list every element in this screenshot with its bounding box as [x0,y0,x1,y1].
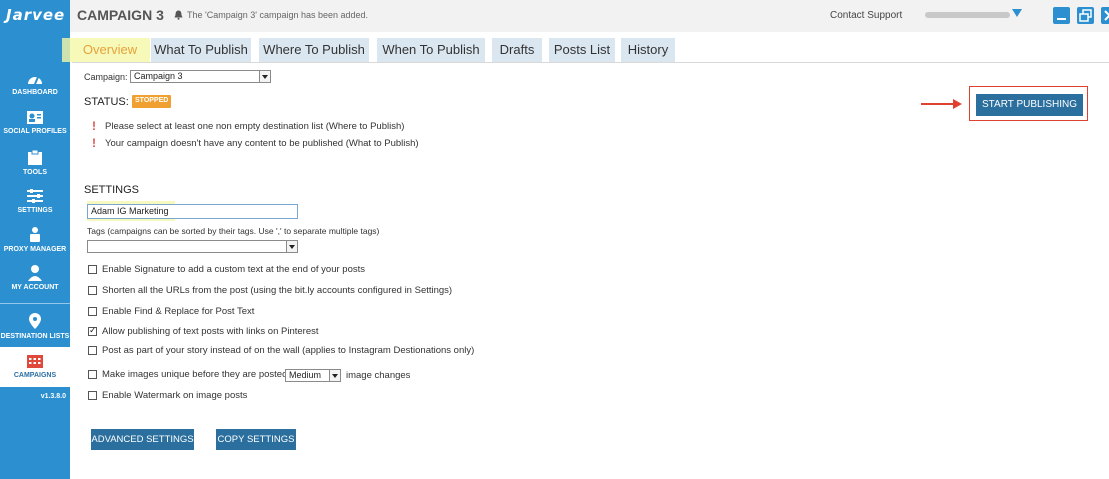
tab-posts-list[interactable]: Posts List [549,38,615,62]
checkbox[interactable] [88,307,97,316]
option-signature[interactable]: Enable Signature to add a custom text at… [88,264,365,275]
sidebar-item-label: TOOLS [23,169,47,176]
tab-what-to-publish[interactable]: What To Publish [151,38,251,62]
option-label: Allow publishing of text posts with link… [102,326,319,337]
contact-support-link[interactable]: Contact Support [830,10,902,21]
sidebar-item-social-profiles[interactable]: SOCIAL PROFILES [0,110,70,135]
annotation-arrow [921,103,956,105]
option-label: Make images unique before they are poste… [102,369,288,380]
checkbox[interactable] [88,286,97,295]
tab-divider [72,62,1109,63]
sidebar-item-label: DESTINATION LISTS [0,333,70,340]
sidebar-item-label: DASHBOARD [12,89,58,96]
account-email-redacted [925,12,1010,18]
minimize-button[interactable] [1053,7,1070,24]
sidebar-item-label: PROXY MANAGER [3,246,67,253]
option-unique-images[interactable]: Make images unique before they are poste… [88,369,287,380]
warning-text: Please select at least one non empty des… [105,120,405,132]
sidebar-item-tools[interactable]: TOOLS [0,149,70,176]
tab-where-to-publish[interactable]: Where To Publish [259,38,369,62]
status-label: STATUS: [84,96,129,108]
option-label: Enable Signature to add a custom text at… [102,264,365,275]
image-change-level-value: Medium [289,370,322,380]
tags-select[interactable] [87,240,298,253]
warning-item: ! Your campaign doesn't have any content… [92,136,419,150]
account-dropdown-icon[interactable] [1012,9,1022,17]
warning-icon: ! [92,136,96,150]
close-icon [1104,10,1109,21]
checkbox[interactable] [88,346,97,355]
top-bar: CAMPAIGN 3 The 'Campaign 3' campaign has… [70,0,1109,32]
notification: The 'Campaign 3' campaign has been added… [174,10,368,20]
sidebar-item-label: SETTINGS [17,207,53,214]
page-title: CAMPAIGN 3 [77,7,164,23]
option-find-replace[interactable]: Enable Find & Replace for Post Text [88,306,254,317]
advanced-settings-button[interactable]: ADVANCED SETTINGS [91,429,194,450]
copy-settings-button[interactable]: COPY SETTINGS [216,429,296,450]
dashboard-icon [28,76,42,85]
tab-history[interactable]: History [621,38,675,62]
user-icon [28,265,42,281]
image-change-level-select[interactable]: Medium [285,369,341,382]
annotation-arrow-head [953,99,962,109]
chevron-down-icon [329,370,340,381]
proxy-icon [30,227,40,242]
campaign-select-value: Campaign 3 [134,71,183,81]
tab-drafts[interactable]: Drafts [492,38,542,62]
app-window: Jarvee DASHBOARD SOCIAL PROFILES TOOLS S… [0,0,1109,479]
sidebar-item-destination-lists[interactable]: DESTINATION LISTS [0,312,70,340]
version-label: v1.3.8.0 [40,393,66,400]
sidebar-item-campaigns[interactable]: CAMPAIGNS [0,347,70,387]
bell-icon [174,10,183,20]
checkbox[interactable] [88,391,97,400]
sidebar-item-label: MY ACCOUNT [11,284,59,291]
tags-label: Tags (campaigns can be sorted by their t… [87,226,380,236]
option-label: Shorten all the URLs from the post (usin… [102,285,453,296]
tab-overview[interactable]: Overview [72,38,148,62]
location-icon [29,313,41,329]
chevron-down-icon [259,71,270,82]
settings-title: SETTINGS [84,184,140,196]
option-label: Enable Watermark on image posts [102,390,248,401]
option-label: Post as part of your story instead of on… [102,345,475,356]
settings-icon [27,189,43,203]
image-changes-label: image changes [346,370,411,381]
option-watermark[interactable]: Enable Watermark on image posts [88,390,247,401]
checkbox[interactable] [88,265,97,274]
option-pinterest-links[interactable]: Allow publishing of text posts with link… [88,325,319,337]
app-logo: Jarvee [6,6,66,24]
sidebar-item-my-account[interactable]: MY ACCOUNT [0,264,70,291]
close-button[interactable] [1101,7,1109,24]
minimize-icon [1057,18,1066,20]
status-badge: STOPPED [132,95,172,108]
sidebar-divider [0,303,70,304]
chevron-down-icon [286,241,297,252]
checkbox-checked[interactable] [88,325,97,336]
warning-text: Your campaign doesn't have any content t… [105,137,419,149]
checkbox[interactable] [88,370,97,379]
restore-button[interactable] [1077,7,1094,24]
notification-text: The 'Campaign 3' campaign has been added… [187,10,369,20]
start-publishing-button[interactable]: START PUBLISHING [976,94,1083,116]
restore-icon [1079,9,1092,22]
calendar-icon [27,355,43,368]
sidebar-item-label: CAMPAIGNS [13,372,57,379]
sidebar-item-settings[interactable]: SETTINGS [0,188,70,214]
campaign-label: Campaign: [84,72,128,82]
profiles-icon [27,111,43,124]
option-story-post[interactable]: Post as part of your story instead of on… [88,345,474,356]
warning-item: ! Please select at least one non empty d… [92,119,404,133]
warning-icon: ! [92,119,96,133]
option-shorten-urls[interactable]: Shorten all the URLs from the post (usin… [88,285,452,296]
sidebar: Jarvee DASHBOARD SOCIAL PROFILES TOOLS S… [0,0,70,479]
tools-icon [28,149,42,165]
sidebar-item-dashboard[interactable]: DASHBOARD [0,72,70,96]
tab-when-to-publish[interactable]: When To Publish [377,38,485,62]
campaign-select[interactable]: Campaign 3 [130,70,271,83]
sidebar-item-proxy-manager[interactable]: PROXY MANAGER [0,226,70,253]
campaign-name-input[interactable]: Adam IG Marketing [87,204,298,219]
sidebar-item-label: SOCIAL PROFILES [3,128,67,135]
option-label: Enable Find & Replace for Post Text [102,306,255,317]
